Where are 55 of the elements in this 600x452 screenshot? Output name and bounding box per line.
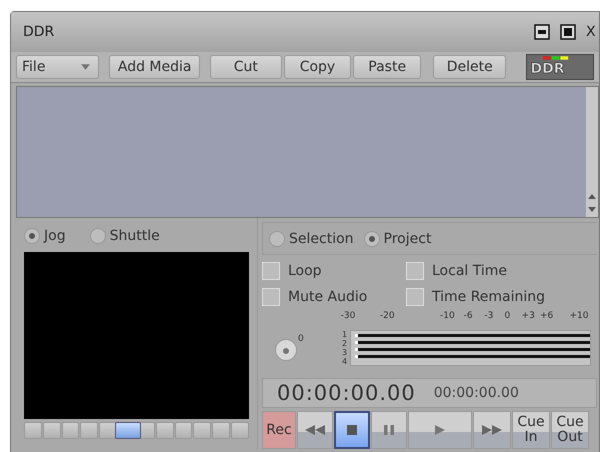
minimize-icon[interactable] [534, 24, 550, 40]
caret-icon [81, 64, 90, 70]
timecode: 00:00:00.00 [434, 385, 519, 401]
checkbox-option[interactable]: Time Remaining [406, 288, 597, 306]
channel-label: 4 [342, 357, 348, 366]
checkbox-option[interactable]: Local Time [406, 262, 597, 280]
scroll-down-icon[interactable] [588, 205, 596, 213]
record-button[interactable]: Rec [262, 411, 296, 449]
scale-label: -30 [340, 310, 356, 323]
cue-button[interactable]: Cue In [512, 411, 550, 449]
scale-label: -6 [464, 310, 473, 323]
scale-label: -10 [440, 310, 455, 323]
scale-label: +10 [570, 310, 588, 323]
level-knob[interactable] [274, 338, 298, 362]
channel-label: 2 [342, 339, 348, 348]
radio-option[interactable]: Shuttle [90, 228, 160, 244]
channel-label: 3 [342, 348, 348, 357]
radio-option[interactable]: Jog [24, 228, 66, 244]
forward-button[interactable] [473, 411, 511, 449]
checkbox-option[interactable]: Mute Audio [262, 288, 406, 306]
timecode: 00:00:00.00 [277, 381, 416, 405]
scroll-up-icon[interactable] [588, 193, 596, 201]
rewind-button[interactable] [297, 411, 333, 449]
jog-slider[interactable] [24, 422, 249, 439]
scale-label: -20 [380, 310, 395, 323]
toolbar-button[interactable]: Delete [433, 55, 506, 79]
pause-button[interactable] [371, 411, 407, 449]
scale-label: +3 [522, 310, 535, 323]
scale-label: 0 [504, 310, 510, 323]
scale-label: -3 [484, 310, 494, 323]
play-button[interactable] [408, 411, 472, 449]
play-icon [435, 425, 445, 435]
radio-option[interactable]: Selection [269, 230, 354, 246]
close-button[interactable]: X [586, 24, 596, 40]
stop-button[interactable] [334, 411, 370, 449]
pause-icon [384, 425, 394, 435]
logo-text: DDR [530, 60, 565, 79]
knob-label: 0 [298, 334, 304, 344]
rewind-icon [305, 425, 325, 435]
stop-icon [347, 425, 357, 435]
toolbar-button[interactable]: Copy [284, 55, 352, 79]
file-menu[interactable]: File [16, 55, 100, 79]
scale-label: +6 [540, 310, 554, 323]
cue-button[interactable]: Cue Out [551, 411, 589, 449]
toolbar-button[interactable]: Cut [210, 55, 282, 79]
checkbox-option[interactable]: Loop [262, 262, 406, 280]
window-title: DDR [23, 24, 56, 40]
radio-option[interactable]: Project [364, 230, 432, 246]
led-icon [543, 56, 570, 60]
toolbar-button[interactable]: Add Media [109, 55, 200, 79]
scrollbar[interactable] [586, 87, 598, 217]
maximize-icon[interactable] [560, 24, 576, 40]
channel-label: 1 [342, 330, 348, 339]
fast-forward-icon [482, 425, 502, 435]
toolbar-button[interactable]: Paste [353, 55, 422, 79]
